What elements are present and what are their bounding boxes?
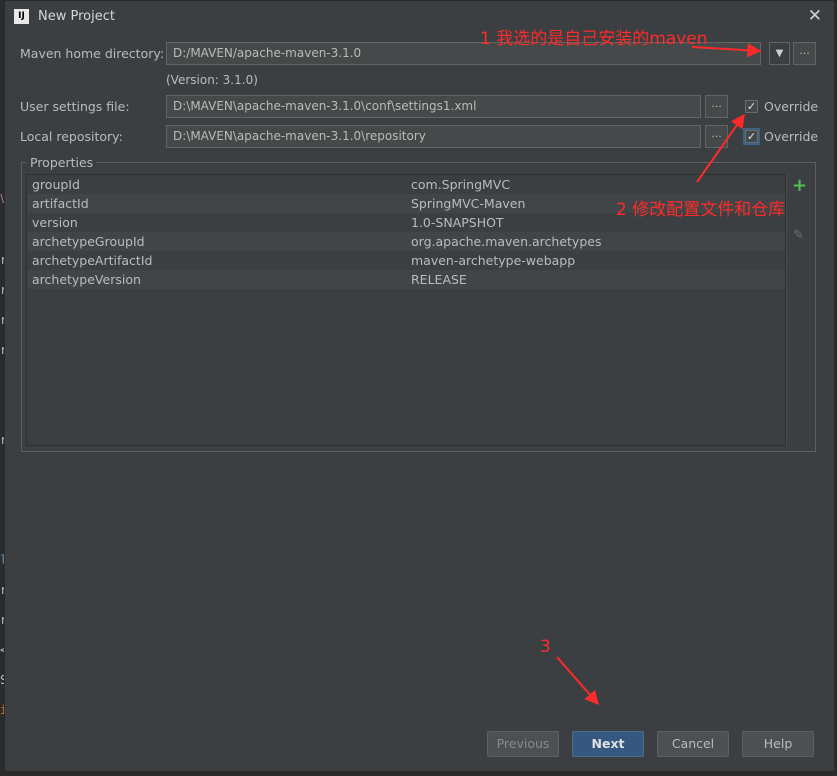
annotation-arrows	[556, 43, 762, 706]
annotation-arrow-1	[691, 43, 762, 58]
annotation-arrow-2	[696, 113, 745, 183]
annotation-arrow-3	[556, 656, 599, 706]
